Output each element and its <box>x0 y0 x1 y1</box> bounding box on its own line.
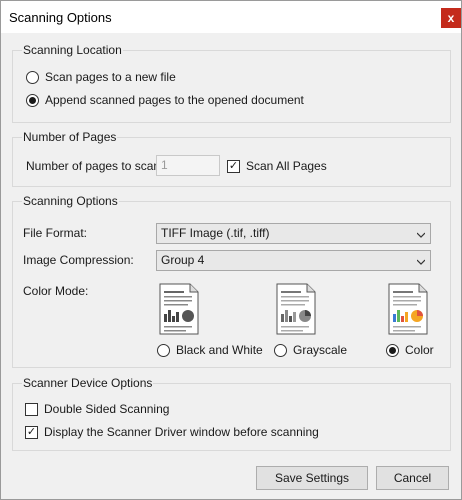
file-format-value: TIFF Image (.tif, .tiff) <box>161 226 270 240</box>
double-sided-scanning-checkbox[interactable]: Double Sided Scanning <box>25 402 169 416</box>
chevron-down-icon <box>417 259 425 265</box>
bw-document-icon <box>159 283 199 335</box>
cancel-button[interactable]: Cancel <box>376 466 449 490</box>
number-of-pages-title: Number of Pages <box>22 130 118 144</box>
radio-label: Grayscale <box>293 343 348 357</box>
radio-button[interactable] <box>26 93 39 107</box>
checkbox-label: Double Sided Scanning <box>44 402 170 416</box>
color-mode-grayscale[interactable]: Grayscale <box>274 343 347 357</box>
file-format-label: File Format: <box>23 226 88 240</box>
save-settings-button[interactable]: Save Settings <box>256 466 368 490</box>
display-scanner-driver-checkbox[interactable]: ✓ Display the Scanner Driver window befo… <box>25 425 319 439</box>
checkbox[interactable]: ✓ <box>227 159 240 173</box>
radio-label: Color <box>405 343 434 357</box>
color-mode-label: Color Mode: <box>23 284 89 298</box>
radio-button[interactable] <box>386 343 399 357</box>
scanner-device-options-group: Scanner Device Options <box>12 376 451 451</box>
radio-label: Scan pages to a new file <box>45 70 176 84</box>
radio-label: Append scanned pages to the opened docum… <box>45 93 304 107</box>
checkbox-label: Display the Scanner Driver window before… <box>44 425 319 439</box>
window-title: Scanning Options <box>9 10 112 25</box>
radio-button[interactable] <box>274 343 287 357</box>
radio-append-pages[interactable]: Append scanned pages to the opened docum… <box>26 93 304 107</box>
chevron-down-icon <box>417 232 425 238</box>
pages-to-scan-label: Number of pages to scan: <box>26 159 164 173</box>
image-compression-select[interactable]: Group 4 <box>156 250 431 271</box>
color-mode-color[interactable]: Color <box>386 343 434 357</box>
checkbox[interactable]: ✓ <box>25 425 38 439</box>
color-mode-black-and-white[interactable]: Black and White <box>157 343 263 357</box>
scanning-location-group: Scanning Location <box>12 43 451 123</box>
image-compression-value: Group 4 <box>161 253 205 267</box>
scanner-device-options-title: Scanner Device Options <box>22 376 154 390</box>
image-compression-label: Image Compression: <box>23 253 134 267</box>
checkbox[interactable] <box>25 402 38 416</box>
checkbox-label: Scan All Pages <box>246 159 327 173</box>
radio-scan-new-file[interactable]: Scan pages to a new file <box>26 70 176 84</box>
color-document-icon <box>388 283 428 335</box>
scanning-options-dialog: Scanning Options x Scanning Location Sca… <box>0 0 462 500</box>
radio-button[interactable] <box>157 343 170 357</box>
radio-button[interactable] <box>26 70 39 84</box>
file-format-select[interactable]: TIFF Image (.tif, .tiff) <box>156 223 431 244</box>
scanning-location-title: Scanning Location <box>22 43 123 57</box>
title-bar: Scanning Options x <box>1 1 461 33</box>
radio-label: Black and White <box>176 343 263 357</box>
grayscale-document-icon <box>276 283 316 335</box>
close-button[interactable]: x <box>441 8 461 28</box>
pages-to-scan-input[interactable]: 1 <box>156 155 220 176</box>
scanning-options-title: Scanning Options <box>22 194 119 208</box>
scan-all-pages-checkbox[interactable]: ✓ Scan All Pages <box>227 159 327 173</box>
